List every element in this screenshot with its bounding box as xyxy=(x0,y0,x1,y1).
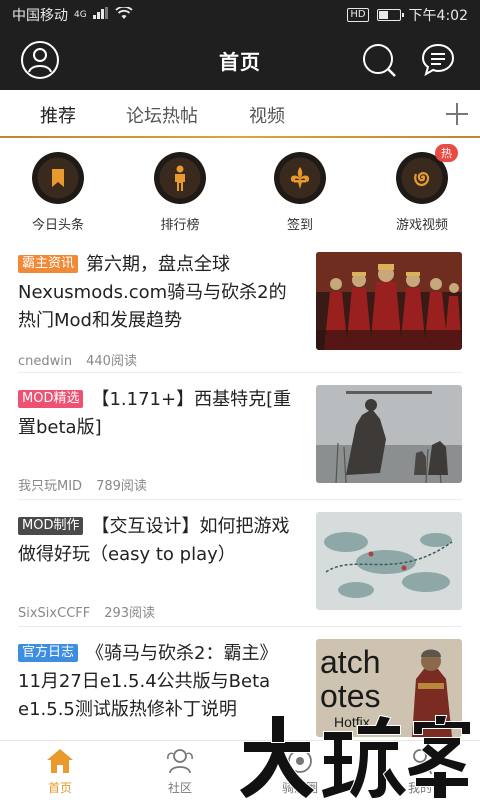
user-avatar-icon xyxy=(21,41,59,79)
article-reads: 293阅读 xyxy=(104,606,156,621)
article-reads: 789阅读 xyxy=(96,479,147,494)
hd-badge: HD xyxy=(347,8,369,22)
shortcut-label: 签到 xyxy=(286,218,313,233)
article-author: cnedwin xyxy=(18,354,73,369)
nav-community[interactable]: 社区 xyxy=(140,747,220,796)
bookmark-icon xyxy=(32,152,84,204)
article-item[interactable]: MOD精选 【1.171+】西基特克[重置beta版] 我只玩MID 789阅读 xyxy=(18,373,462,500)
article-thumbnail xyxy=(316,252,462,350)
nav-label: 骑友圈 xyxy=(281,781,318,795)
article-reads: 440阅读 xyxy=(86,354,137,369)
thumb-text-1: atch xyxy=(320,644,380,680)
article-item[interactable]: 霸主资讯 第六期，盘点全球Nexusmods.com骑马与砍杀2的热门Mod和发展… xyxy=(18,238,462,373)
article-author: 我只玩MID xyxy=(18,479,83,494)
app-header: 首页 xyxy=(0,30,480,90)
shortcut-headlines[interactable]: 今日头条 xyxy=(10,152,106,233)
status-time: 下午4:02 xyxy=(408,8,468,24)
fleur-de-lis-icon xyxy=(274,152,326,204)
hot-badge: 热 xyxy=(435,144,458,162)
page-title: 首页 xyxy=(219,49,261,74)
shortcut-rankings[interactable]: 排行榜 xyxy=(132,152,228,233)
article-item[interactable]: 官方日志 《骑马与砍杀2：霸主》11月27日e1.5.4公共版与Beta e1.5… xyxy=(18,627,462,754)
person-icon xyxy=(154,152,206,204)
thumb-text-3: Hotfix xyxy=(334,714,370,730)
bottom-nav: 首页 社区 骑友圈 我的 xyxy=(0,740,480,800)
shortcut-label: 游戏视频 xyxy=(395,218,448,233)
signal-icon xyxy=(92,7,109,23)
nav-label: 社区 xyxy=(167,781,192,795)
article-list: 霸主资讯 第六期，盘点全球Nexusmods.com骑马与砍杀2的热门Mod和发展… xyxy=(0,238,480,754)
article-tag: 官方日志 xyxy=(18,644,79,662)
article-title-block: MOD制作 【交互设计】如何把游戏做得好玩（easy to play） xyxy=(18,513,298,569)
article-meta: cnedwin 440阅读 xyxy=(18,350,151,369)
profile-icon xyxy=(408,749,432,775)
article-meta: SixSixCCFF 293阅读 xyxy=(18,602,169,621)
article-thumbnail xyxy=(316,512,462,610)
add-tab-button[interactable] xyxy=(443,100,471,128)
tab-recommend[interactable]: 推荐 xyxy=(40,102,76,128)
home-icon xyxy=(47,749,73,773)
shortcut-checkin[interactable]: 签到 xyxy=(252,152,348,233)
article-title-block: 霸主资讯 第六期，盘点全球Nexusmods.com骑马与砍杀2的热门Mod和发展… xyxy=(18,251,298,335)
nav-label: 首页 xyxy=(47,781,72,795)
nav-friends[interactable]: 骑友圈 xyxy=(260,747,340,796)
battery-fill xyxy=(378,11,388,19)
nav-profile[interactable]: 我的 xyxy=(380,747,460,796)
article-author: SixSixCCFF xyxy=(18,606,91,621)
article-meta: 我只玩MID 789阅读 xyxy=(18,475,161,494)
nav-home[interactable]: 首页 xyxy=(20,747,100,796)
article-tag: 霸主资讯 xyxy=(18,255,79,273)
article-tag: MOD精选 xyxy=(18,390,84,408)
message-icon xyxy=(421,43,455,77)
friends-circle-icon xyxy=(288,749,312,773)
article-thumbnail xyxy=(316,385,462,483)
shortcut-row: 今日头条 排行榜 签到 热 游戏视频 xyxy=(0,138,480,238)
article-tag: MOD制作 xyxy=(18,517,84,535)
plus-icon xyxy=(446,103,468,125)
message-button[interactable] xyxy=(418,40,458,80)
search-button[interactable] xyxy=(359,40,399,80)
article-item[interactable]: MOD制作 【交互设计】如何把游戏做得好玩（easy to play） SixSi… xyxy=(18,500,462,627)
network-type: 4G xyxy=(74,10,87,20)
shortcut-game-videos[interactable]: 热 游戏视频 xyxy=(374,144,470,233)
article-title-block: 官方日志 《骑马与砍杀2：霸主》11月27日e1.5.4公共版与Beta e1.5… xyxy=(18,640,298,724)
shortcut-label: 今日头条 xyxy=(31,218,84,233)
article-title-block: MOD精选 【1.171+】西基特克[重置beta版] xyxy=(18,386,298,442)
search-icon xyxy=(363,44,396,77)
nav-label: 我的 xyxy=(407,781,432,795)
status-bar: 中国移动 4G HD 下午4:02 xyxy=(0,0,480,30)
user-avatar-button[interactable] xyxy=(20,40,60,80)
wifi-icon xyxy=(115,5,133,24)
status-right: HD 下午4:02 xyxy=(347,5,468,25)
community-icon xyxy=(167,749,193,774)
shortcut-label: 排行榜 xyxy=(160,218,200,233)
article-thumbnail: atch otes Hotfix xyxy=(316,639,462,737)
tab-forum-hot[interactable]: 论坛热帖 xyxy=(126,102,198,128)
carrier-name: 中国移动 xyxy=(12,8,68,24)
spiral-icon: 热 xyxy=(396,144,458,204)
thumb-text-2: otes xyxy=(320,678,380,714)
battery-icon xyxy=(376,9,404,21)
status-left: 中国移动 4G xyxy=(12,5,133,25)
tab-video[interactable]: 视频 xyxy=(249,102,285,128)
tab-bar: 推荐 论坛热帖 视频 xyxy=(0,90,480,138)
